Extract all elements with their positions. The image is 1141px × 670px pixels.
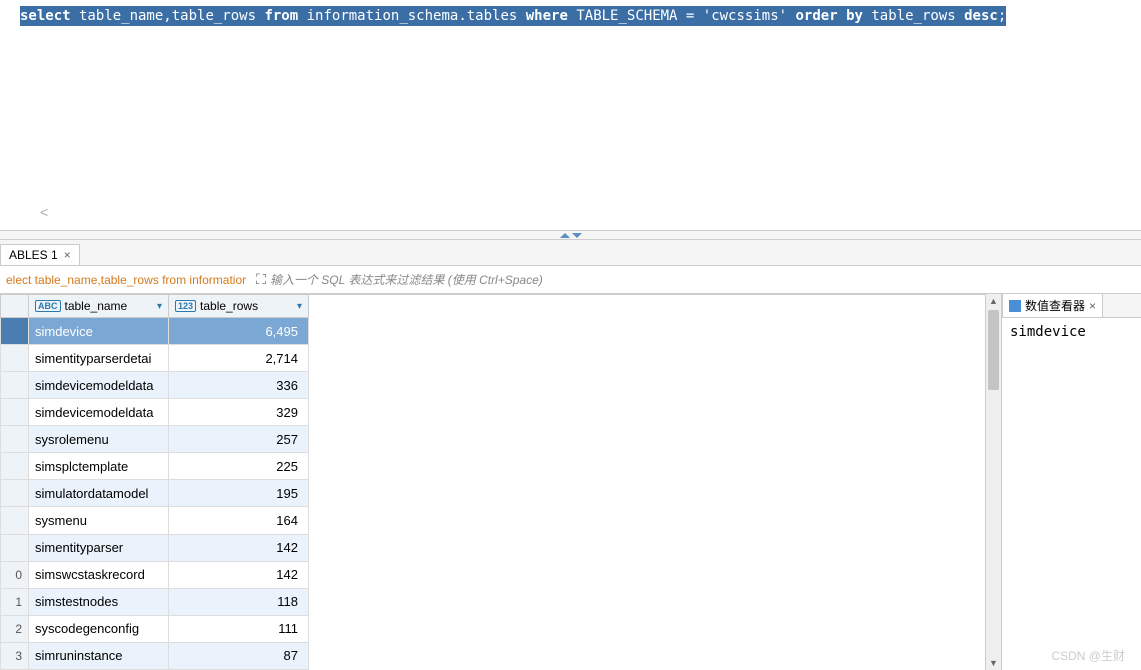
chevron-down-icon[interactable]: ▾	[297, 301, 302, 312]
rows-cell[interactable]: 195	[169, 480, 309, 507]
rownum-cell[interactable]	[1, 507, 29, 534]
close-icon[interactable]: ×	[64, 248, 71, 262]
chevron-down-icon[interactable]: ▾	[157, 301, 162, 312]
rownum-cell[interactable]	[1, 345, 29, 372]
rows-cell[interactable]: 142	[169, 534, 309, 561]
text-type-icon: ABC	[35, 300, 61, 312]
rows-cell[interactable]: 6,495	[169, 318, 309, 345]
grid-empty-area	[309, 294, 985, 670]
rownum-cell[interactable]	[1, 453, 29, 480]
scroll-down-icon[interactable]: ▼	[986, 656, 1001, 670]
rows-cell[interactable]: 164	[169, 507, 309, 534]
rownum-cell[interactable]: 3	[1, 642, 29, 669]
rownum-cell[interactable]: 2	[1, 615, 29, 642]
scroll-up-icon[interactable]: ▲	[986, 294, 1001, 308]
name-cell[interactable]: simdevicemodeldata	[29, 372, 169, 399]
rows-cell[interactable]: 2,714	[169, 345, 309, 372]
rownum-cell[interactable]	[1, 534, 29, 561]
name-cell[interactable]: simentityparserdetai	[29, 345, 169, 372]
watermark: CSDN @生财	[1051, 647, 1125, 664]
close-icon[interactable]: ×	[1089, 299, 1096, 313]
results-tab-bar: ABLES 1 ×	[0, 240, 1141, 266]
name-cell[interactable]: simsplctemplate	[29, 453, 169, 480]
rownum-cell[interactable]: 1	[1, 588, 29, 615]
rows-cell[interactable]: 225	[169, 453, 309, 480]
rownum-cell[interactable]	[1, 318, 29, 345]
rows-cell[interactable]: 87	[169, 642, 309, 669]
rownum-cell[interactable]: 0	[1, 561, 29, 588]
value-viewer-tab[interactable]: 数值查看器 ×	[1002, 294, 1103, 317]
name-cell[interactable]: simentityparser	[29, 534, 169, 561]
table-row[interactable]: simdevicemodeldata336	[1, 372, 309, 399]
table-row[interactable]: simdevicemodeldata329	[1, 399, 309, 426]
results-tab-label: ABLES 1	[9, 248, 58, 262]
table-row[interactable]: simentityparser142	[1, 534, 309, 561]
scroll-thumb[interactable]	[988, 310, 999, 390]
number-type-icon: 123	[175, 300, 196, 312]
filter-input[interactable]: 输入一个 SQL 表达式来过滤结果 (使用 Ctrl+Space)	[270, 271, 543, 288]
name-cell[interactable]: simruninstance	[29, 642, 169, 669]
name-cell[interactable]: syscodegenconfig	[29, 615, 169, 642]
table-row[interactable]: 1simstestnodes118	[1, 588, 309, 615]
table-row[interactable]: simentityparserdetai2,714	[1, 345, 309, 372]
rows-cell[interactable]: 336	[169, 372, 309, 399]
hscroll-arrow-left[interactable]: <	[40, 204, 48, 220]
value-viewer-panel: 数值查看器 × simdevice	[1001, 294, 1141, 670]
rownum-cell[interactable]	[1, 372, 29, 399]
results-grid[interactable]: ABC table_name ▾ 123 table_rows ▾ si	[0, 294, 309, 670]
splitter-up-icon	[560, 233, 570, 238]
table-row[interactable]: 2syscodegenconfig111	[1, 615, 309, 642]
results-tab[interactable]: ABLES 1 ×	[0, 244, 80, 265]
column-name-label: table_name	[65, 299, 128, 313]
rownum-header[interactable]	[1, 295, 29, 318]
panel-icon	[1009, 300, 1021, 312]
table-row[interactable]: 3simruninstance87	[1, 642, 309, 669]
expand-icon[interactable]: ⛶	[252, 271, 270, 288]
name-cell[interactable]: simdevice	[29, 318, 169, 345]
rows-cell[interactable]: 118	[169, 588, 309, 615]
filter-bar: elect table_name,table_rows from informa…	[0, 266, 1141, 294]
column-rows-label: table_rows	[200, 299, 258, 313]
value-viewer-content[interactable]: simdevice	[1002, 318, 1141, 670]
name-cell[interactable]: simdevicemodeldata	[29, 399, 169, 426]
rows-cell[interactable]: 257	[169, 426, 309, 453]
column-header-rows[interactable]: 123 table_rows ▾	[169, 295, 309, 318]
value-viewer-tab-label: 数值查看器	[1025, 297, 1085, 314]
table-row[interactable]: sysmenu164	[1, 507, 309, 534]
vertical-scrollbar[interactable]: ▲ ▼	[985, 294, 1001, 670]
table-row[interactable]: simsplctemplate225	[1, 453, 309, 480]
rownum-cell[interactable]	[1, 399, 29, 426]
sql-query-line[interactable]: select table_name,table_rows from inform…	[20, 6, 1006, 26]
splitter-down-icon	[572, 233, 582, 238]
table-row[interactable]: 0simswcstaskrecord142	[1, 561, 309, 588]
splitter-handle[interactable]	[541, 231, 601, 239]
name-cell[interactable]: simstestnodes	[29, 588, 169, 615]
query-preview: elect table_name,table_rows from informa…	[0, 273, 252, 287]
rows-cell[interactable]: 329	[169, 399, 309, 426]
rows-cell[interactable]: 111	[169, 615, 309, 642]
table-row[interactable]: simulatordatamodel195	[1, 480, 309, 507]
name-cell[interactable]: sysrolemenu	[29, 426, 169, 453]
table-row[interactable]: sysrolemenu257	[1, 426, 309, 453]
rows-cell[interactable]: 142	[169, 561, 309, 588]
table-row[interactable]: simdevice6,495	[1, 318, 309, 345]
name-cell[interactable]: sysmenu	[29, 507, 169, 534]
sql-editor[interactable]: select table_name,table_rows from inform…	[0, 0, 1141, 230]
name-cell[interactable]: simswcstaskrecord	[29, 561, 169, 588]
splitter-bar[interactable]	[0, 230, 1141, 240]
column-header-name[interactable]: ABC table_name ▾	[29, 295, 169, 318]
rownum-cell[interactable]	[1, 480, 29, 507]
rownum-cell[interactable]	[1, 426, 29, 453]
name-cell[interactable]: simulatordatamodel	[29, 480, 169, 507]
